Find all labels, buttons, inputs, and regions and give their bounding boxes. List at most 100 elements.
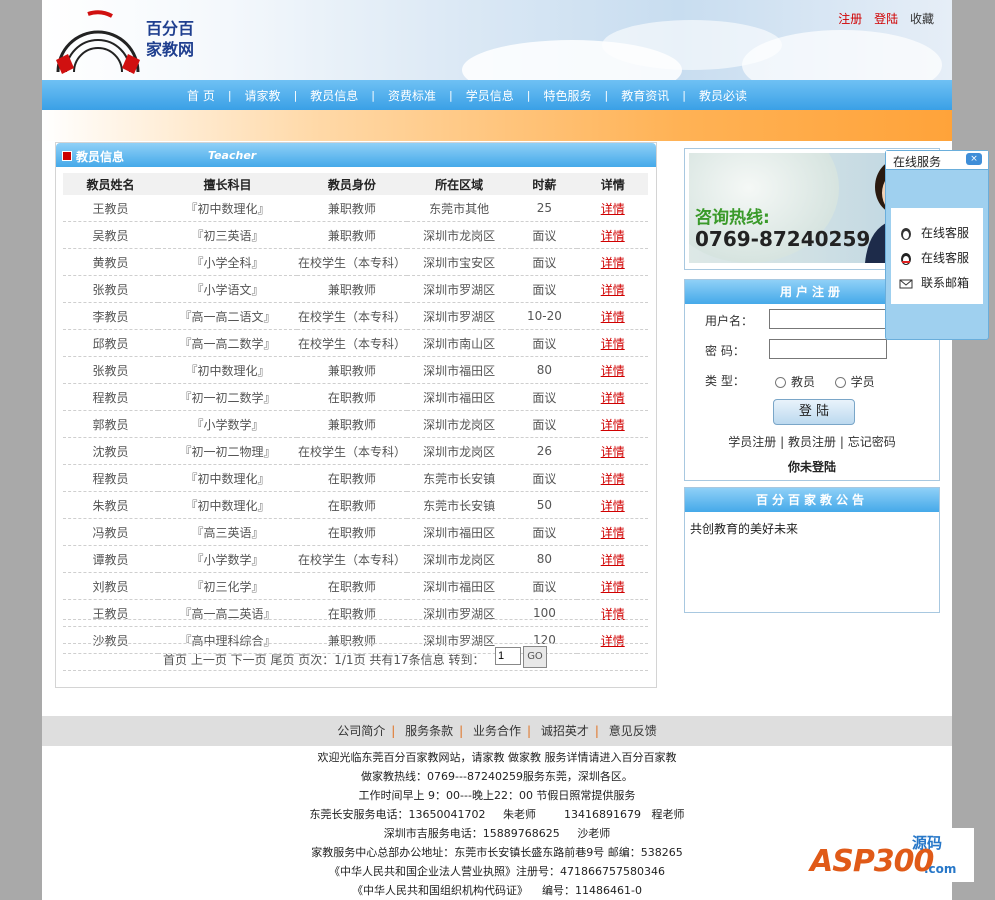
footer-link-careers[interactable]: 诚招英才 xyxy=(541,724,589,738)
table-cell: 面议 xyxy=(511,572,578,600)
table-cell: 深圳市南山区 xyxy=(406,329,512,357)
table-cell: 朱教员 xyxy=(63,491,158,519)
nav-item[interactable]: 特色服务 xyxy=(543,87,591,104)
table-cell: 『初一初二物理』 xyxy=(157,437,297,465)
table-cell: 在校学生（本专科） xyxy=(296,302,407,330)
register-link[interactable]: 注册 xyxy=(838,12,862,26)
logo-text[interactable]: 百分百 家教网 xyxy=(146,18,194,60)
footer-link-feedback[interactable]: 意见反馈 xyxy=(609,724,657,738)
footer-link-cooperation[interactable]: 业务合作 xyxy=(473,724,521,738)
table-cell: 『小学全科』 xyxy=(157,248,297,276)
nav-item[interactable]: 请家教 xyxy=(245,87,281,104)
table-cell: 『初中数理化』 xyxy=(157,464,297,492)
logo-line-1: 百分百 xyxy=(146,19,195,38)
detail-link[interactable]: 详情 xyxy=(577,599,648,627)
radio-teacher[interactable] xyxy=(775,377,786,388)
nav-item[interactable]: 资费标准 xyxy=(388,87,436,104)
online-service-item-3[interactable]: 联系邮箱 xyxy=(899,274,969,291)
favorite-link[interactable]: 收藏 xyxy=(910,12,934,26)
username-input[interactable] xyxy=(769,309,887,329)
detail-link[interactable]: 详情 xyxy=(577,302,648,330)
table-cell: 深圳市福田区 xyxy=(406,518,512,546)
watermark-domain: .com xyxy=(924,862,957,876)
detail-link[interactable]: 详情 xyxy=(577,410,648,438)
radio-student[interactable] xyxy=(834,377,846,388)
footer-link-terms[interactable]: 服务条款 xyxy=(405,724,453,738)
table-cell: 『小学语文』 xyxy=(157,275,297,303)
nav-item[interactable]: 教员必读 xyxy=(699,87,747,104)
login-link[interactable]: 登陆 xyxy=(874,12,898,26)
nav-item[interactable]: 教育资讯 xyxy=(621,87,669,104)
footer-nav: 公司简介 | 服务条款 | 业务合作 | 诚招英才 | 意见反馈 xyxy=(42,716,952,746)
table-cell: 沈教员 xyxy=(63,437,158,465)
table-cell: 深圳市龙岗区 xyxy=(406,221,512,249)
footer-link-about[interactable]: 公司简介 xyxy=(337,724,385,738)
online-service-widget: 在线服务 × 在线客服 在线客服 联系邮箱 xyxy=(885,150,989,340)
site-header: 百分百 家教网 注册 登陆 收藏 xyxy=(42,0,952,80)
detail-link[interactable]: 详情 xyxy=(577,221,648,249)
mail-icon xyxy=(899,279,913,288)
table-cell: 『初三英语』 xyxy=(157,221,297,249)
table-cell: 在职教师 xyxy=(296,383,407,411)
nav-separator: | xyxy=(449,88,453,102)
detail-link[interactable]: 详情 xyxy=(577,545,648,573)
table-cell: 面议 xyxy=(511,221,578,249)
go-button[interactable]: GO xyxy=(523,646,547,668)
detail-link[interactable]: 详情 xyxy=(577,518,648,546)
table-cell: 王教员 xyxy=(63,195,158,222)
table-cell: 张教员 xyxy=(63,275,158,303)
table-cell: 在职教师 xyxy=(296,491,407,519)
table-cell: 深圳市罗湖区 xyxy=(406,275,512,303)
online-service-item-label: 在线客服 xyxy=(921,226,970,240)
nav-item[interactable]: 学员信息 xyxy=(466,87,514,104)
table-cell: 深圳市福田区 xyxy=(406,572,512,600)
table-row: 程教员 『初一初二数学』 在职教师 深圳市福田区 面议 详情 xyxy=(63,383,648,411)
table-cell: 『高三英语』 xyxy=(157,518,297,546)
hotline-label: 咨询热线: xyxy=(695,208,770,228)
detail-link[interactable]: 详情 xyxy=(577,464,648,492)
detail-link[interactable]: 详情 xyxy=(577,572,648,600)
forgot-password-link[interactable]: 忘记密码 xyxy=(848,435,896,449)
table-row: 张教员 『初中数理化』 兼职教师 深圳市福田区 80 详情 xyxy=(63,356,648,384)
table-cell: 深圳市福田区 xyxy=(406,356,512,384)
table-row: 李教员 『高一高二语文』 在校学生（本专科） 深圳市罗湖区 10-20 详情 xyxy=(63,302,648,330)
online-service-item-1[interactable]: 在线客服 xyxy=(899,224,969,241)
page-jump-input[interactable] xyxy=(495,647,521,665)
table-cell: 兼职教师 xyxy=(296,195,407,222)
detail-link[interactable]: 详情 xyxy=(577,383,648,411)
main-nav: 首 页 | 请家教 | 教员信息 | 资费标准 | 学员信息 | 特色服务 | 教育资讯 | 教员必读 xyxy=(42,80,952,110)
detail-link[interactable]: 详情 xyxy=(577,329,648,357)
login-button[interactable]: 登 陆 xyxy=(773,399,855,425)
close-icon[interactable]: × xyxy=(966,153,982,165)
password-input[interactable] xyxy=(769,339,887,359)
table-row: 邱教员 『高一高二数学』 在校学生（本专科） 深圳市南山区 面议 详情 xyxy=(63,329,648,357)
nav-separator: | xyxy=(293,88,298,102)
detail-link[interactable]: 详情 xyxy=(577,356,648,384)
table-cell: 在校学生（本专科） xyxy=(296,329,407,357)
detail-link[interactable]: 详情 xyxy=(577,437,648,465)
hotline-number: 0769-87240259 xyxy=(695,227,871,251)
table-cell: 面议 xyxy=(511,275,578,303)
table-row: 冯教员 『高三英语』 在职教师 深圳市福田区 面议 详情 xyxy=(63,518,648,546)
username-label: 用户名： xyxy=(705,314,754,328)
pager-text[interactable]: 首页 上一页 下一页 尾页 页次：1/1页 共有17条信息 转到： xyxy=(163,651,484,668)
detail-link[interactable]: 详情 xyxy=(577,491,648,519)
nav-item[interactable]: 首 页 xyxy=(187,87,215,104)
table-cell: 100 xyxy=(511,599,578,627)
detail-link[interactable]: 详情 xyxy=(577,195,648,222)
table-cell: 25 xyxy=(511,195,578,222)
online-service-body: 在线客服 在线客服 联系邮箱 xyxy=(891,208,983,304)
notice-box-title: 百分百家教公告 xyxy=(685,488,939,512)
online-service-item-2[interactable]: 在线客服 xyxy=(899,249,969,266)
nav-item[interactable]: 教员信息 xyxy=(310,87,358,104)
detail-link[interactable]: 详情 xyxy=(577,275,648,303)
teacher-panel: 教员信息 Teacher 教员姓名 擅长科目 教员身份 所在区域 时薪 详情 王教员 『初中… xyxy=(55,142,657,688)
online-service-item-label: 在线客服 xyxy=(921,251,970,265)
teacher-register-link[interactable]: 教员注册 xyxy=(788,435,836,449)
nav-list: 首 页 | 请家教 | 教员信息 | 资费标准 | 学员信息 | 特色服务 | 教育资讯 | 教员必读 xyxy=(187,80,747,110)
orange-banner-bar xyxy=(42,110,952,141)
detail-link[interactable]: 详情 xyxy=(577,248,648,276)
table-cell: 在职教师 xyxy=(296,518,407,546)
panel-bullet-icon xyxy=(62,151,72,161)
student-register-link[interactable]: 学员注册 xyxy=(728,435,776,449)
